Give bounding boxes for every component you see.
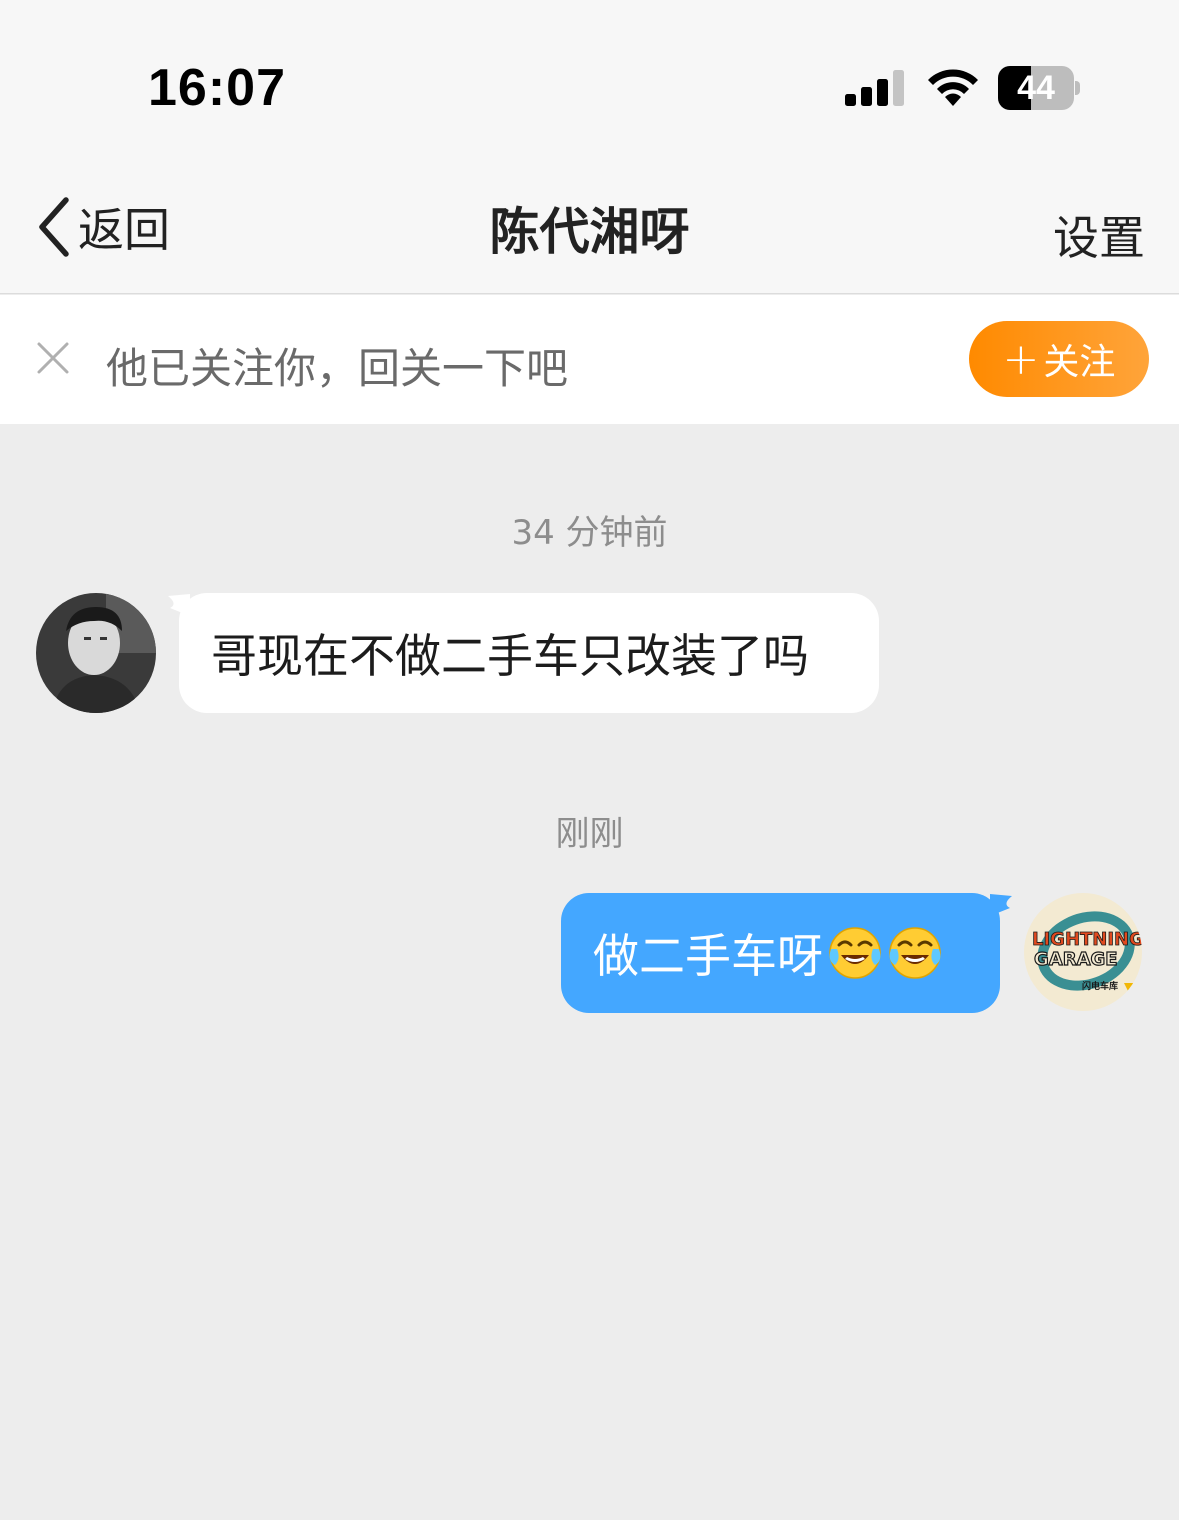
battery-icon: 44: [998, 66, 1080, 110]
follow-prompt-text: 他已关注你，回关一下吧: [106, 344, 569, 393]
follow-button[interactable]: + 关注: [969, 321, 1149, 397]
back-label: 返回: [78, 203, 170, 257]
logo-subtitle: 闪电车库: [1082, 980, 1118, 992]
settings-button[interactable]: 设置: [1053, 202, 1145, 268]
laughing-crying-emoji-icon: [889, 927, 941, 979]
message-text: 做二手车呀: [593, 929, 823, 983]
page-title: 陈代湘呀: [489, 203, 690, 261]
follow-banner: 他已关注你，回关一下吧 + 关注: [0, 295, 1179, 424]
follow-button-label: 关注: [1043, 342, 1116, 383]
laughing-crying-emoji-icon: [829, 927, 881, 979]
signal-icon: [845, 70, 904, 106]
message-timestamp: 刚刚: [555, 814, 624, 854]
back-button[interactable]: 返回: [34, 196, 170, 258]
chevron-left-icon: [39, 197, 69, 257]
close-icon[interactable]: [36, 341, 70, 375]
wifi-icon: [928, 69, 978, 106]
message-bubble-incoming[interactable]: 哥现在不做二手车只改装了吗: [179, 593, 879, 713]
bubble-tail: [990, 894, 1012, 916]
logo-text-line1: LIGHTNING: [1032, 929, 1142, 950]
my-avatar[interactable]: LIGHTNING GARAGE 闪电车库: [1024, 893, 1142, 1011]
status-bar: 16:07 44: [0, 0, 1179, 170]
message-text: 哥现在不做二手车只改装了吗: [211, 629, 809, 683]
message-bubble-outgoing[interactable]: 做二手车呀: [561, 893, 1000, 1013]
status-time: 16:07: [148, 59, 286, 117]
message-timestamp: 34 分钟前: [511, 513, 668, 553]
nav-bar: 陈代湘呀 返回 设置: [0, 170, 1179, 294]
battery-level: 44: [1017, 69, 1055, 107]
contact-avatar[interactable]: [36, 593, 156, 713]
plus-icon: +: [1002, 333, 1040, 385]
logo-text-line2: GARAGE: [1034, 949, 1118, 970]
